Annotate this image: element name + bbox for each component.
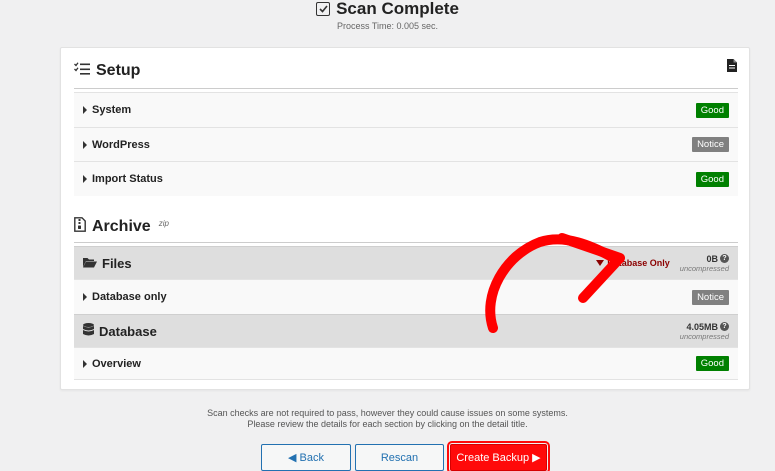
create-backup-button[interactable]: Create Backup ▶ [447, 441, 550, 471]
scan-notes: Scan checks are not required to pass, ho… [0, 408, 775, 430]
caret-right-icon [83, 106, 87, 114]
setup-title: Setup [96, 62, 141, 79]
database-icon [83, 323, 94, 339]
status-badge: Good [695, 171, 729, 187]
database-compression-note: uncompressed [679, 331, 729, 341]
caret-right-icon [83, 359, 87, 368]
files-label: Files [102, 255, 132, 271]
triangle-down-icon [596, 260, 605, 266]
setup-heading: Setup [74, 62, 140, 80]
files-size: 0B [706, 253, 718, 264]
page-header: Scan Complete Process Time: 0.005 sec. [0, 0, 775, 31]
row-label: Overview [92, 357, 141, 370]
back-button[interactable]: ◀ Back [261, 444, 351, 471]
caret-right-icon [83, 140, 87, 149]
help-icon[interactable]: ? [720, 322, 729, 331]
folder-open-icon [83, 256, 97, 271]
caret-right-icon [83, 175, 87, 183]
help-icon[interactable]: ? [720, 254, 729, 263]
scan-note-line-1: Scan checks are not required to pass, ho… [207, 408, 568, 418]
status-badge: Notice [692, 289, 729, 305]
checkbox-icon [316, 2, 331, 16]
archive-database-header[interactable]: Database 4.05MB? uncompressed [74, 314, 738, 347]
database-only-filter[interactable]: Database Only [596, 258, 670, 268]
status-badge: Notice [692, 137, 729, 152]
filter-label: Database Only [607, 258, 670, 268]
archive-format: zip [158, 218, 169, 228]
status-badge: Good [695, 356, 729, 371]
archive-title: Archive [92, 218, 151, 235]
scan-complete-title: Scan Complete [336, 0, 459, 18]
section-divider [74, 88, 738, 89]
caret-right-icon [83, 293, 87, 301]
archive-heading: Archive zip [74, 217, 169, 237]
setup-row-wordpress[interactable]: WordPress Notice [74, 127, 738, 161]
database-label: Database [99, 323, 157, 339]
checklist-icon [74, 62, 90, 80]
row-label: System [92, 104, 132, 116]
archive-file-icon [74, 217, 86, 237]
rescan-button[interactable]: Rescan [355, 444, 444, 471]
setup-row-system[interactable]: System Good [74, 92, 738, 127]
document-icon[interactable] [727, 59, 737, 77]
files-compression-note: uncompressed [679, 263, 729, 273]
archive-row-overview[interactable]: Overview Good [74, 347, 738, 380]
archive-files-header[interactable]: Files Database Only 0B? uncompressed [74, 246, 738, 279]
page-title: Scan Complete [0, 0, 775, 18]
section-divider [74, 242, 738, 243]
database-size: 4.05MB [686, 321, 718, 332]
scan-results-panel: Setup System Good WordPress Notice Impor… [60, 47, 750, 390]
process-time: Process Time: 0.005 sec. [336, 21, 439, 31]
setup-row-import-status[interactable]: Import Status Good [74, 161, 738, 196]
row-label: WordPress [92, 138, 150, 151]
row-label: Import Status [92, 173, 163, 185]
scan-note-line-2: Please review the details for each secti… [247, 419, 528, 429]
row-label: Database only [92, 291, 167, 303]
status-badge: Good [695, 102, 729, 118]
archive-row-database-only[interactable]: Database only Notice [74, 279, 738, 314]
